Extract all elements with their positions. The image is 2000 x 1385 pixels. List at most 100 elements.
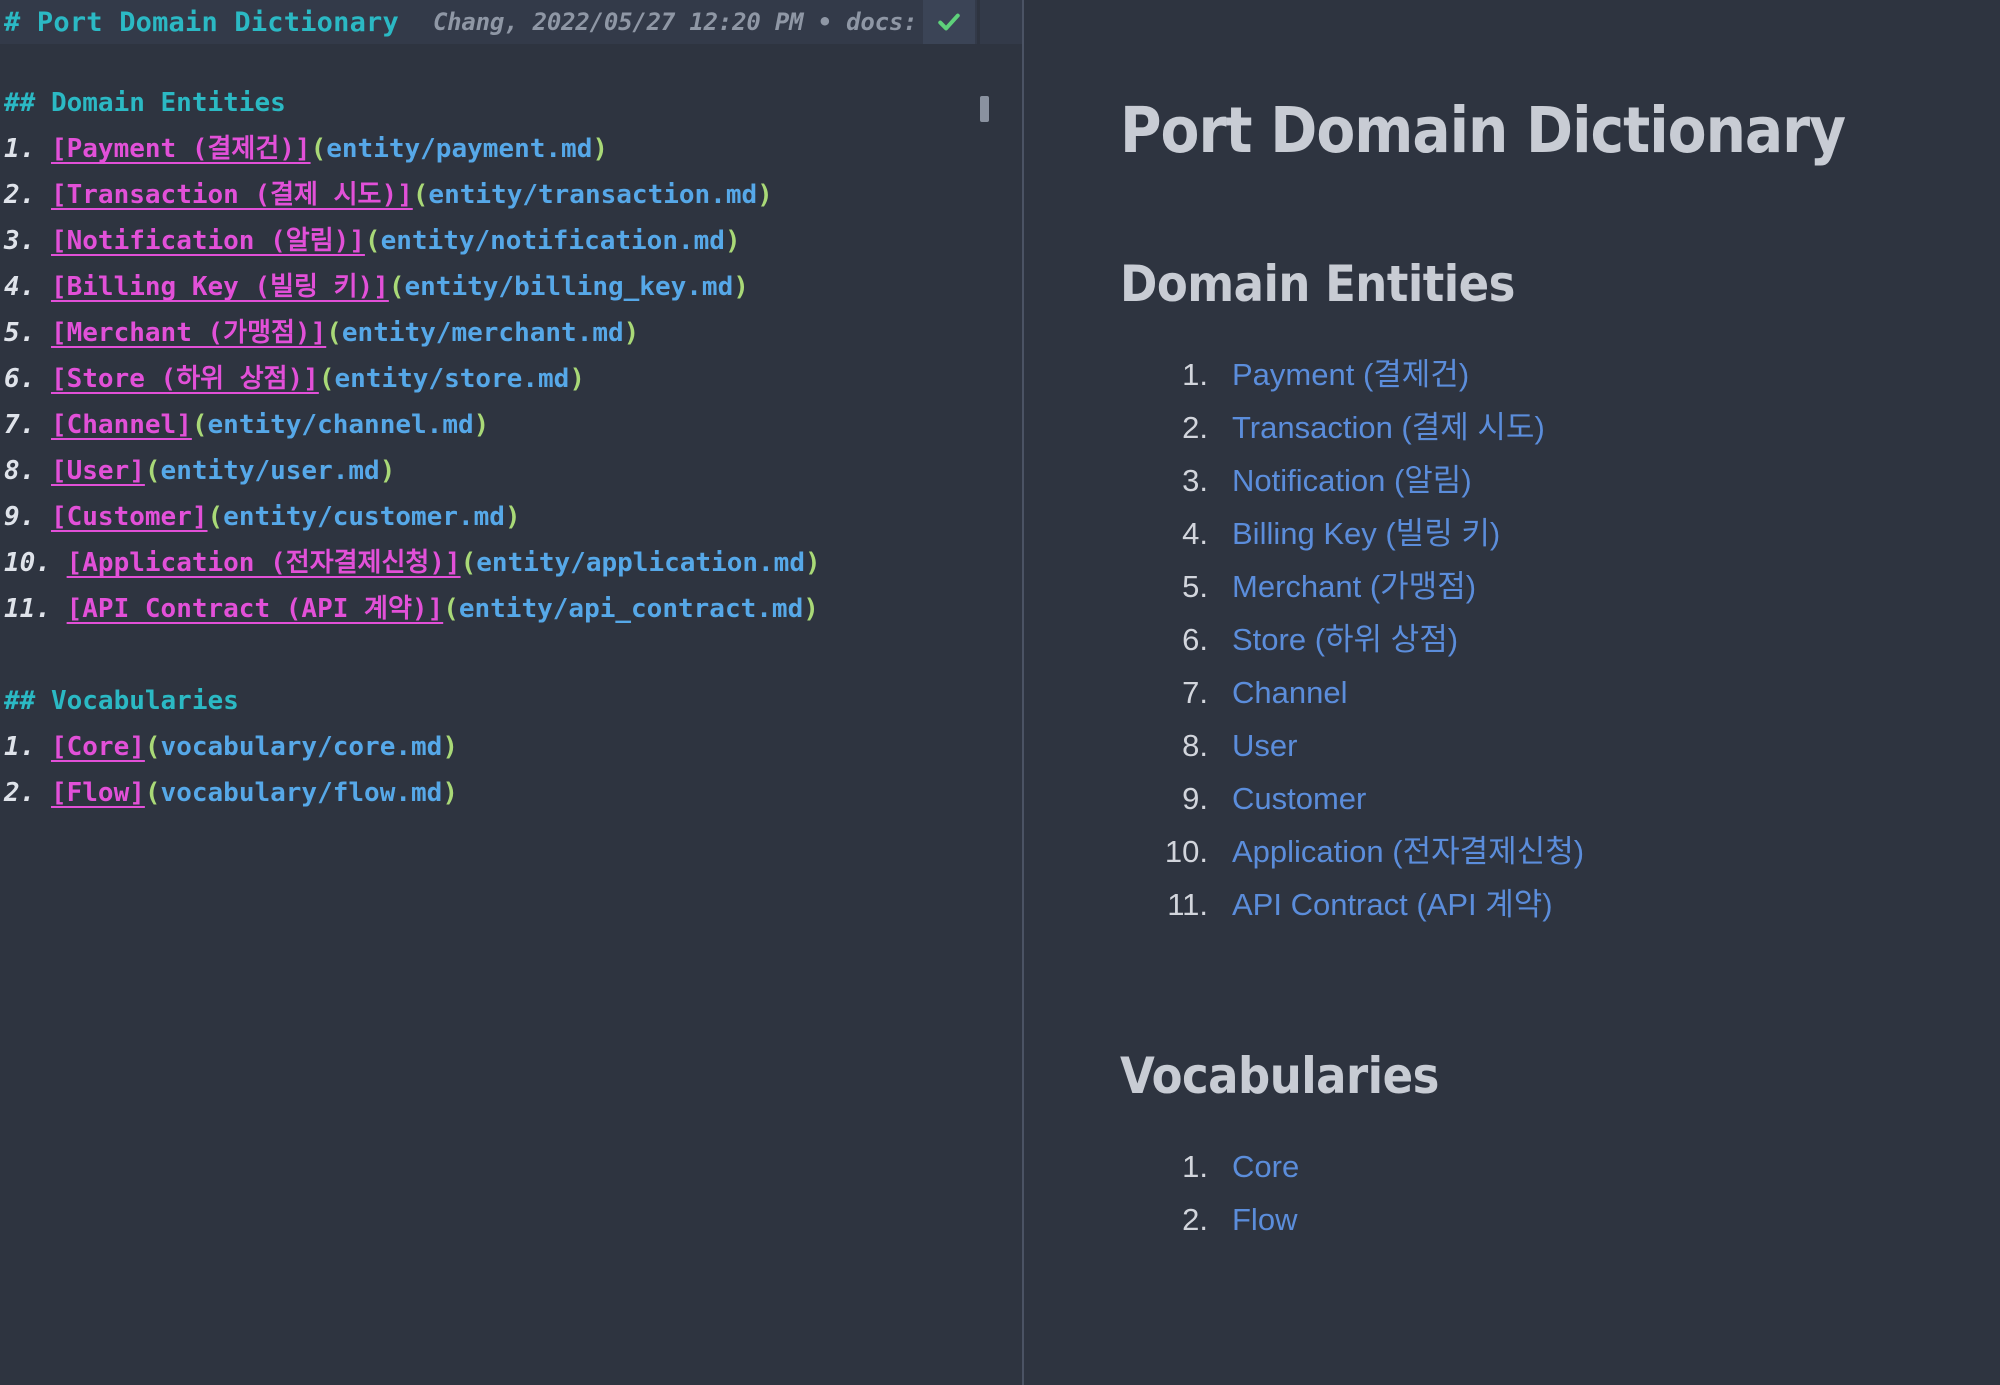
source-link-close-paren: ) xyxy=(803,594,819,624)
source-link-url[interactable]: entity/payment.md xyxy=(326,134,592,164)
list-item: Transaction (결제 시도) xyxy=(1120,401,2000,454)
preview-list: Core Flow xyxy=(1120,1140,2000,1246)
source-list-item-line[interactable]: 4. [Billing Key (빌링 키)](entity/billing_k… xyxy=(4,264,1022,310)
preview-link[interactable]: Notification (알림) xyxy=(1232,463,1472,498)
preview-link[interactable]: Transaction (결제 시도) xyxy=(1232,410,1545,445)
source-link-open-paren: ( xyxy=(207,502,224,532)
source-heading-text: ## Domain Entities xyxy=(4,88,286,118)
source-list-marker: 3. xyxy=(4,226,36,256)
source-link-label[interactable]: [Transaction (결제 시도)] xyxy=(51,180,413,210)
source-list-marker: 9. xyxy=(4,502,36,532)
source-link-label[interactable]: [Customer] xyxy=(51,502,208,532)
source-list-marker: 8. xyxy=(4,456,36,486)
source-link-label[interactable]: [Notification (알림)] xyxy=(51,226,365,256)
preview-link[interactable]: Customer xyxy=(1232,781,1366,816)
source-link-close-paren: ) xyxy=(733,272,749,302)
source-list-item-line[interactable]: 5. [Merchant (가맹점)](entity/merchant.md) xyxy=(4,310,1022,356)
preview-link[interactable]: Billing Key (빌링 키) xyxy=(1232,516,1500,551)
preview-link[interactable]: Core xyxy=(1232,1149,1299,1184)
source-link-label[interactable]: [User] xyxy=(51,456,145,486)
source-list-item-line[interactable]: 11. [API Contract (API 계약)](entity/api_c… xyxy=(4,586,1022,632)
source-list-marker: 6. xyxy=(4,364,36,394)
source-link-url[interactable]: entity/notification.md xyxy=(381,226,725,256)
source-link-url[interactable]: entity/billing_key.md xyxy=(405,272,734,302)
source-link-open-paren: ( xyxy=(412,180,429,210)
preview-pane[interactable]: Port Domain Dictionary Domain Entities Pa… xyxy=(1024,0,2000,1385)
preview-link[interactable]: API Contract (API 계약) xyxy=(1232,887,1553,922)
source-link-open-paren: ( xyxy=(460,548,477,578)
source-link-label[interactable]: [API Contract (API 계약)] xyxy=(67,594,444,624)
preview-list: Payment (결제건) Transaction (결제 시도) Notifica… xyxy=(1120,348,2000,931)
list-item: Application (전자결제신청) xyxy=(1120,825,2000,878)
source-link-open-paren: ( xyxy=(388,272,405,302)
source-link-open-paren: ( xyxy=(191,410,208,440)
source-link-url[interactable]: entity/application.md xyxy=(476,548,805,578)
source-link-close-paren: ) xyxy=(379,456,396,486)
source-link-label[interactable]: [Core] xyxy=(51,732,145,762)
source-link-close-paren: ) xyxy=(442,732,458,762)
source-list-item-line[interactable]: 8. [User](entity/user.md) xyxy=(4,448,1022,494)
source-link-label[interactable]: [Channel] xyxy=(51,410,192,440)
source-link-label[interactable]: [Store (하위 상점)] xyxy=(51,364,319,394)
source-link-url[interactable]: vocabulary/flow.md xyxy=(161,778,443,808)
source-list-item-line[interactable]: 1. [Core](vocabulary/core.md) xyxy=(4,724,1022,770)
source-list-item-line[interactable]: 6. [Store (하위 상점)](entity/store.md) xyxy=(4,356,1022,402)
source-link-label[interactable]: [Billing Key (빌링 키)] xyxy=(51,272,389,302)
editor-header-bar: # Port Domain Dictionary Chang, 2022/05/… xyxy=(0,0,1022,44)
source-blank-line[interactable] xyxy=(4,632,1022,678)
source-list-marker: 11. xyxy=(4,594,51,624)
editor-pane[interactable]: # Port Domain Dictionary Chang, 2022/05/… xyxy=(0,0,1022,1385)
source-link-open-paren: ( xyxy=(144,778,161,808)
source-link-open-paren: ( xyxy=(310,134,327,164)
source-list-marker: 2. xyxy=(4,180,36,210)
source-link-close-paren: ) xyxy=(623,318,640,348)
preview-link[interactable]: Flow xyxy=(1232,1202,1297,1237)
preview-content: Port Domain Dictionary Domain Entities Pa… xyxy=(1024,0,2000,1247)
source-link-url[interactable]: entity/customer.md xyxy=(223,502,505,532)
source-link-close-paren: ) xyxy=(504,502,521,532)
sync-status-badge[interactable] xyxy=(923,0,976,44)
source-list-marker: 5. xyxy=(4,318,36,348)
preview-link[interactable]: Application (전자결제신청) xyxy=(1232,834,1584,869)
source-link-url[interactable]: entity/store.md xyxy=(335,364,570,394)
source-list-item-line[interactable]: 2. [Flow](vocabulary/flow.md) xyxy=(4,770,1022,816)
source-link-url[interactable]: entity/channel.md xyxy=(208,410,474,440)
source-link-label[interactable]: [Flow] xyxy=(51,778,145,808)
source-heading-text: ## Vocabularies xyxy=(4,686,239,716)
editor-scroll-indicator[interactable] xyxy=(980,96,989,122)
source-link-open-paren: ( xyxy=(364,226,381,256)
source-link-close-paren: ) xyxy=(757,180,773,210)
source-heading-line[interactable]: ## Domain Entities xyxy=(4,80,1022,126)
markdown-editor-window: # Port Domain Dictionary Chang, 2022/05/… xyxy=(0,0,2000,1385)
source-heading-line[interactable]: ## Vocabularies xyxy=(4,678,1022,724)
source-link-url[interactable]: vocabulary/core.md xyxy=(161,732,443,762)
preview-link[interactable]: Store (하위 상점) xyxy=(1232,622,1458,657)
preview-link[interactable]: Channel xyxy=(1232,675,1347,710)
list-item: User xyxy=(1120,719,2000,772)
source-link-url[interactable]: entity/transaction.md xyxy=(428,180,757,210)
source-list-item-line[interactable]: 1. [Payment (결제건)](entity/payment.md) xyxy=(4,126,1022,172)
source-list-item-line[interactable]: 9. [Customer](entity/customer.md) xyxy=(4,494,1022,540)
source-link-url[interactable]: entity/merchant.md xyxy=(342,318,624,348)
source-list-marker: 2. xyxy=(4,778,36,808)
source-list-item-line[interactable]: 10. [Application (전자결제신청)](entity/applic… xyxy=(4,540,1022,586)
source-link-label[interactable]: [Merchant (가맹점)] xyxy=(51,318,326,348)
source-list-item-line[interactable]: 3. [Notification (알림)](entity/notificati… xyxy=(4,218,1022,264)
document-title: # Port Domain Dictionary xyxy=(4,6,399,38)
source-link-close-paren: ) xyxy=(569,364,585,394)
source-list-item-line[interactable]: 7. [Channel](entity/channel.md) xyxy=(4,402,1022,448)
source-link-url[interactable]: entity/api_contract.md xyxy=(459,594,803,624)
source-link-close-paren: ) xyxy=(724,226,741,256)
preview-link[interactable]: User xyxy=(1232,728,1297,763)
source-link-url[interactable]: entity/user.md xyxy=(161,456,380,486)
source-list-item-line[interactable]: 2. [Transaction (결제 시도)](entity/transact… xyxy=(4,172,1022,218)
preview-link[interactable]: Merchant (가맹점) xyxy=(1232,569,1476,604)
source-list-marker: 10. xyxy=(4,548,51,578)
source-link-close-paren: ) xyxy=(473,410,490,440)
markdown-source-text[interactable]: ## Domain Entities 1. [Payment (결제건)](ent… xyxy=(0,44,1022,816)
source-link-label[interactable]: [Payment (결제건)] xyxy=(51,134,311,164)
source-link-close-paren: ) xyxy=(592,134,608,164)
document-meta-status: Chang, 2022/05/27 12:20 PM • docs: xyxy=(432,8,918,36)
preview-link[interactable]: Payment (결제건) xyxy=(1232,357,1469,392)
source-link-label[interactable]: [Application (전자결제신청)] xyxy=(67,548,461,578)
